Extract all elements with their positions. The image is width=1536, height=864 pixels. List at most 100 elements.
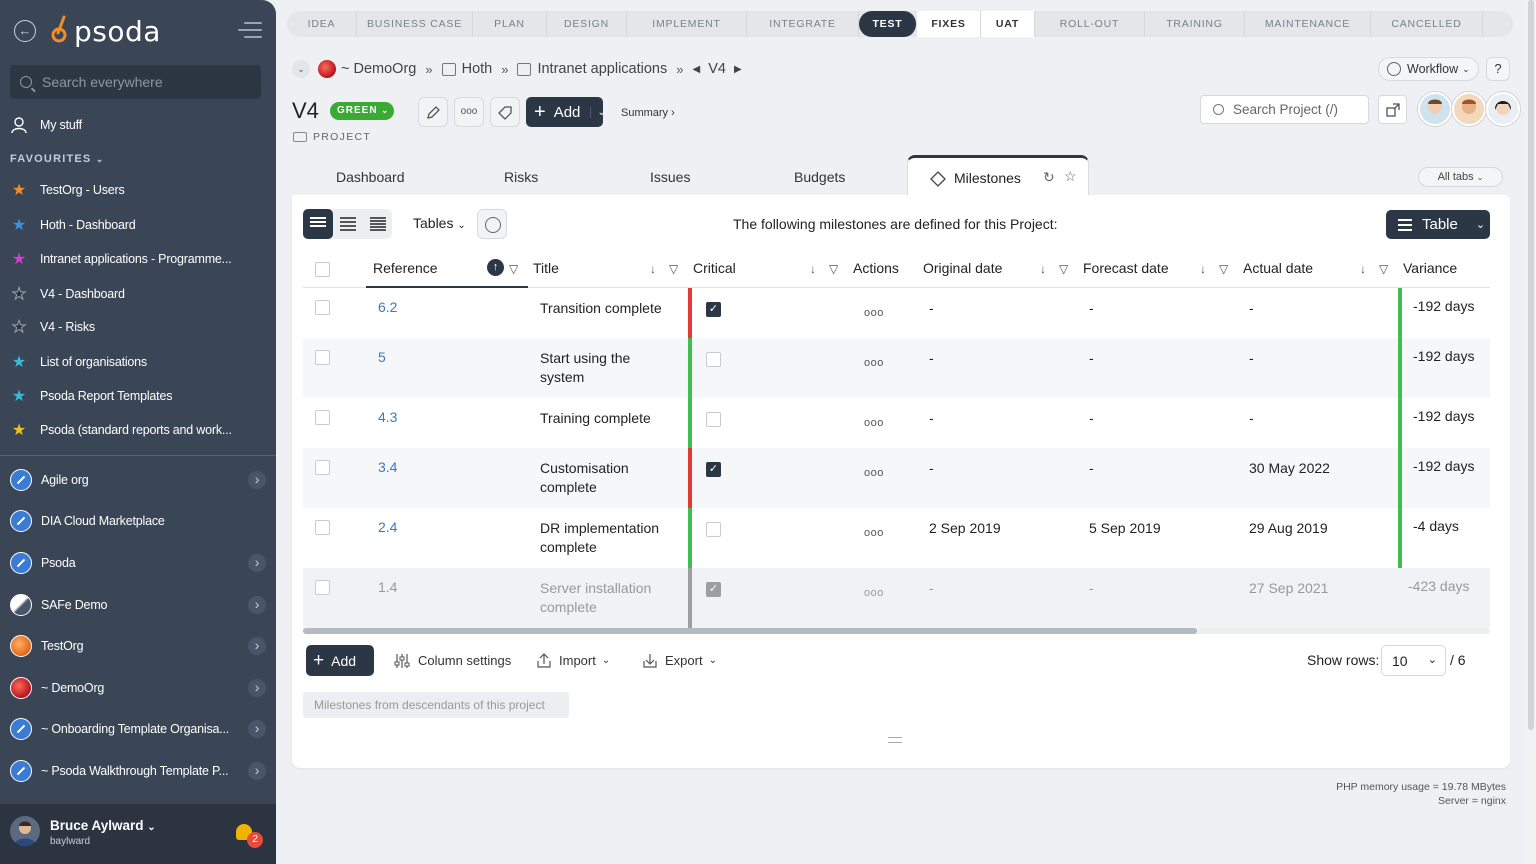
chevron-right-icon[interactable]: ›	[248, 679, 266, 697]
favourites-heading[interactable]: FAVOURITES ⌄	[10, 153, 105, 165]
milestone-reference-link[interactable]: 6.2	[378, 298, 397, 317]
row-actions-button[interactable]: ooo	[864, 464, 884, 483]
column-header-critical[interactable]: Critical	[693, 260, 736, 276]
critical-checkbox[interactable]	[706, 412, 721, 427]
sort-icon[interactable]: ↓	[1040, 262, 1046, 276]
summary-link[interactable]: Summary ›	[621, 107, 675, 119]
collapse-sidebar-icon[interactable]	[238, 22, 262, 40]
critical-checkbox[interactable]: ✓	[706, 582, 721, 597]
phase-uat[interactable]: UAT	[981, 11, 1035, 37]
favourite-item[interactable]: ★ Intranet applications - Programme...	[10, 248, 232, 270]
tag-button[interactable]	[490, 97, 520, 127]
row-checkbox[interactable]	[315, 300, 330, 315]
chevron-down-icon[interactable]: ⌄	[590, 106, 606, 118]
org-item[interactable]: Agile org ›	[10, 467, 266, 493]
column-header-variance[interactable]: Variance	[1403, 260, 1457, 276]
row-actions-button[interactable]: ooo	[864, 584, 884, 603]
breadcrumb-project[interactable]: V4	[708, 61, 726, 77]
project-search-input[interactable]: Search Project (/)	[1200, 95, 1369, 124]
row-checkbox[interactable]	[315, 460, 330, 475]
milestone-reference-link[interactable]: 2.4	[378, 518, 397, 537]
milestone-reference-link[interactable]: 3.4	[378, 458, 397, 477]
column-header-actual-date[interactable]: Actual date	[1243, 260, 1313, 276]
favourite-item[interactable]: ★ Hoth - Dashboard	[10, 214, 136, 236]
sort-icon[interactable]: ↓	[1200, 262, 1206, 276]
column-header-reference[interactable]: Reference	[373, 260, 438, 276]
star-icon[interactable]: ☆	[1064, 168, 1077, 185]
density-medium-button[interactable]	[333, 209, 363, 239]
rows-per-page-select[interactable]: 10 ⌄	[1381, 645, 1446, 676]
sort-icon[interactable]: ↓	[810, 262, 816, 276]
tables-dropdown[interactable]: Tables ⌄	[413, 215, 466, 231]
column-settings-button[interactable]: Column settings	[394, 645, 511, 676]
favourite-item[interactable]: ★ V4 - Dashboard	[10, 283, 125, 305]
row-checkbox[interactable]	[315, 520, 330, 535]
tab-budgets[interactable]: Budgets	[794, 169, 845, 185]
filter-icon[interactable]: ▽	[1059, 262, 1068, 276]
org-item[interactable]: DIA Cloud Marketplace	[10, 508, 266, 534]
expand-button[interactable]	[1378, 95, 1407, 124]
row-actions-button[interactable]: ooo	[864, 524, 884, 543]
status-badge[interactable]: GREEN ⌄	[330, 102, 394, 120]
phase-integrate[interactable]: INTEGRATE	[747, 11, 859, 37]
filter-icon[interactable]: ▽	[1219, 262, 1228, 276]
phase-implement[interactable]: IMPLEMENT	[627, 11, 747, 37]
row-checkbox[interactable]	[315, 350, 330, 365]
chevron-right-icon[interactable]: ›	[248, 720, 266, 738]
back-icon[interactable]: ←	[14, 20, 36, 42]
horizontal-scrollbar[interactable]	[303, 628, 1490, 634]
edit-button[interactable]	[418, 97, 448, 127]
filter-icon[interactable]: ▽	[829, 262, 838, 276]
milestone-title[interactable]: Customisation complete	[540, 459, 675, 497]
export-button[interactable]: Export ⌄	[642, 645, 717, 676]
row-actions-button[interactable]: ooo	[864, 414, 884, 433]
critical-checkbox[interactable]: ✓	[706, 462, 721, 477]
workflow-button[interactable]: Workflow ⌄	[1378, 57, 1479, 81]
phase-idea[interactable]: IDEA	[287, 11, 357, 37]
phase-plan[interactable]: PLAN	[473, 11, 547, 37]
import-button[interactable]: Import ⌄	[536, 645, 610, 676]
all-tabs-button[interactable]: All tabs ⌄	[1418, 167, 1503, 187]
density-compact-button[interactable]	[363, 209, 393, 239]
select-all-checkbox[interactable]	[315, 262, 330, 277]
phase-business-case[interactable]: BUSINESS CASE	[357, 11, 473, 37]
prev-project-icon[interactable]: ◀	[692, 64, 700, 75]
org-item[interactable]: ~ DemoOrg ›	[10, 675, 266, 701]
user-name[interactable]: Bruce Aylward ⌄	[50, 818, 156, 833]
favourite-item[interactable]: ★ Psoda Report Templates	[10, 385, 173, 407]
chevron-right-icon[interactable]: ›	[248, 637, 266, 655]
phase-roll-out[interactable]: ROLL-OUT	[1035, 11, 1145, 37]
chevron-right-icon[interactable]: ›	[248, 762, 266, 780]
phase-design[interactable]: DESIGN	[547, 11, 627, 37]
page-scrollbar-thumb[interactable]	[1528, 0, 1534, 730]
tab-dashboard[interactable]: Dashboard	[336, 169, 405, 185]
filter-icon[interactable]: ▽	[669, 262, 678, 276]
team-member-avatar[interactable]	[1418, 92, 1452, 126]
team-member-avatar[interactable]	[1452, 92, 1486, 126]
add-button[interactable]: + Add ⌄	[526, 97, 606, 127]
milestone-title[interactable]: Training complete	[540, 409, 675, 428]
chevron-right-icon[interactable]: ›	[248, 596, 266, 614]
resize-grip-icon[interactable]	[888, 737, 902, 743]
milestone-title[interactable]: Transition complete	[540, 299, 675, 318]
column-header-original-date[interactable]: Original date	[923, 260, 1002, 276]
chevron-right-icon[interactable]: ›	[248, 471, 266, 489]
scrollbar-thumb[interactable]	[303, 628, 1197, 634]
page-scrollbar[interactable]	[1526, 0, 1536, 864]
sort-icon[interactable]: ↓	[650, 262, 656, 276]
phase-cancelled[interactable]: CANCELLED	[1371, 11, 1483, 37]
critical-checkbox[interactable]: ✓	[706, 302, 721, 317]
breadcrumb-programme[interactable]: Intranet applications	[537, 61, 667, 77]
table-view-button[interactable]: Table ⌄	[1386, 210, 1490, 239]
favourite-item[interactable]: ★ V4 - Risks	[10, 316, 95, 338]
phase-fixes[interactable]: FIXES	[917, 11, 981, 37]
org-item[interactable]: TestOrg ›	[10, 633, 266, 659]
help-button[interactable]: ?	[1486, 57, 1510, 81]
phase-maintenance[interactable]: MAINTENANCE	[1245, 11, 1371, 37]
milestone-reference-link[interactable]: 1.4	[378, 578, 397, 597]
team-member-avatar[interactable]	[1486, 92, 1520, 126]
favourite-item[interactable]: ★ Psoda (standard reports and work...	[10, 419, 232, 441]
notification-count-badge[interactable]: 2	[247, 832, 263, 848]
tab-issues[interactable]: Issues	[650, 169, 690, 185]
add-milestone-button[interactable]: + Add	[306, 645, 374, 676]
